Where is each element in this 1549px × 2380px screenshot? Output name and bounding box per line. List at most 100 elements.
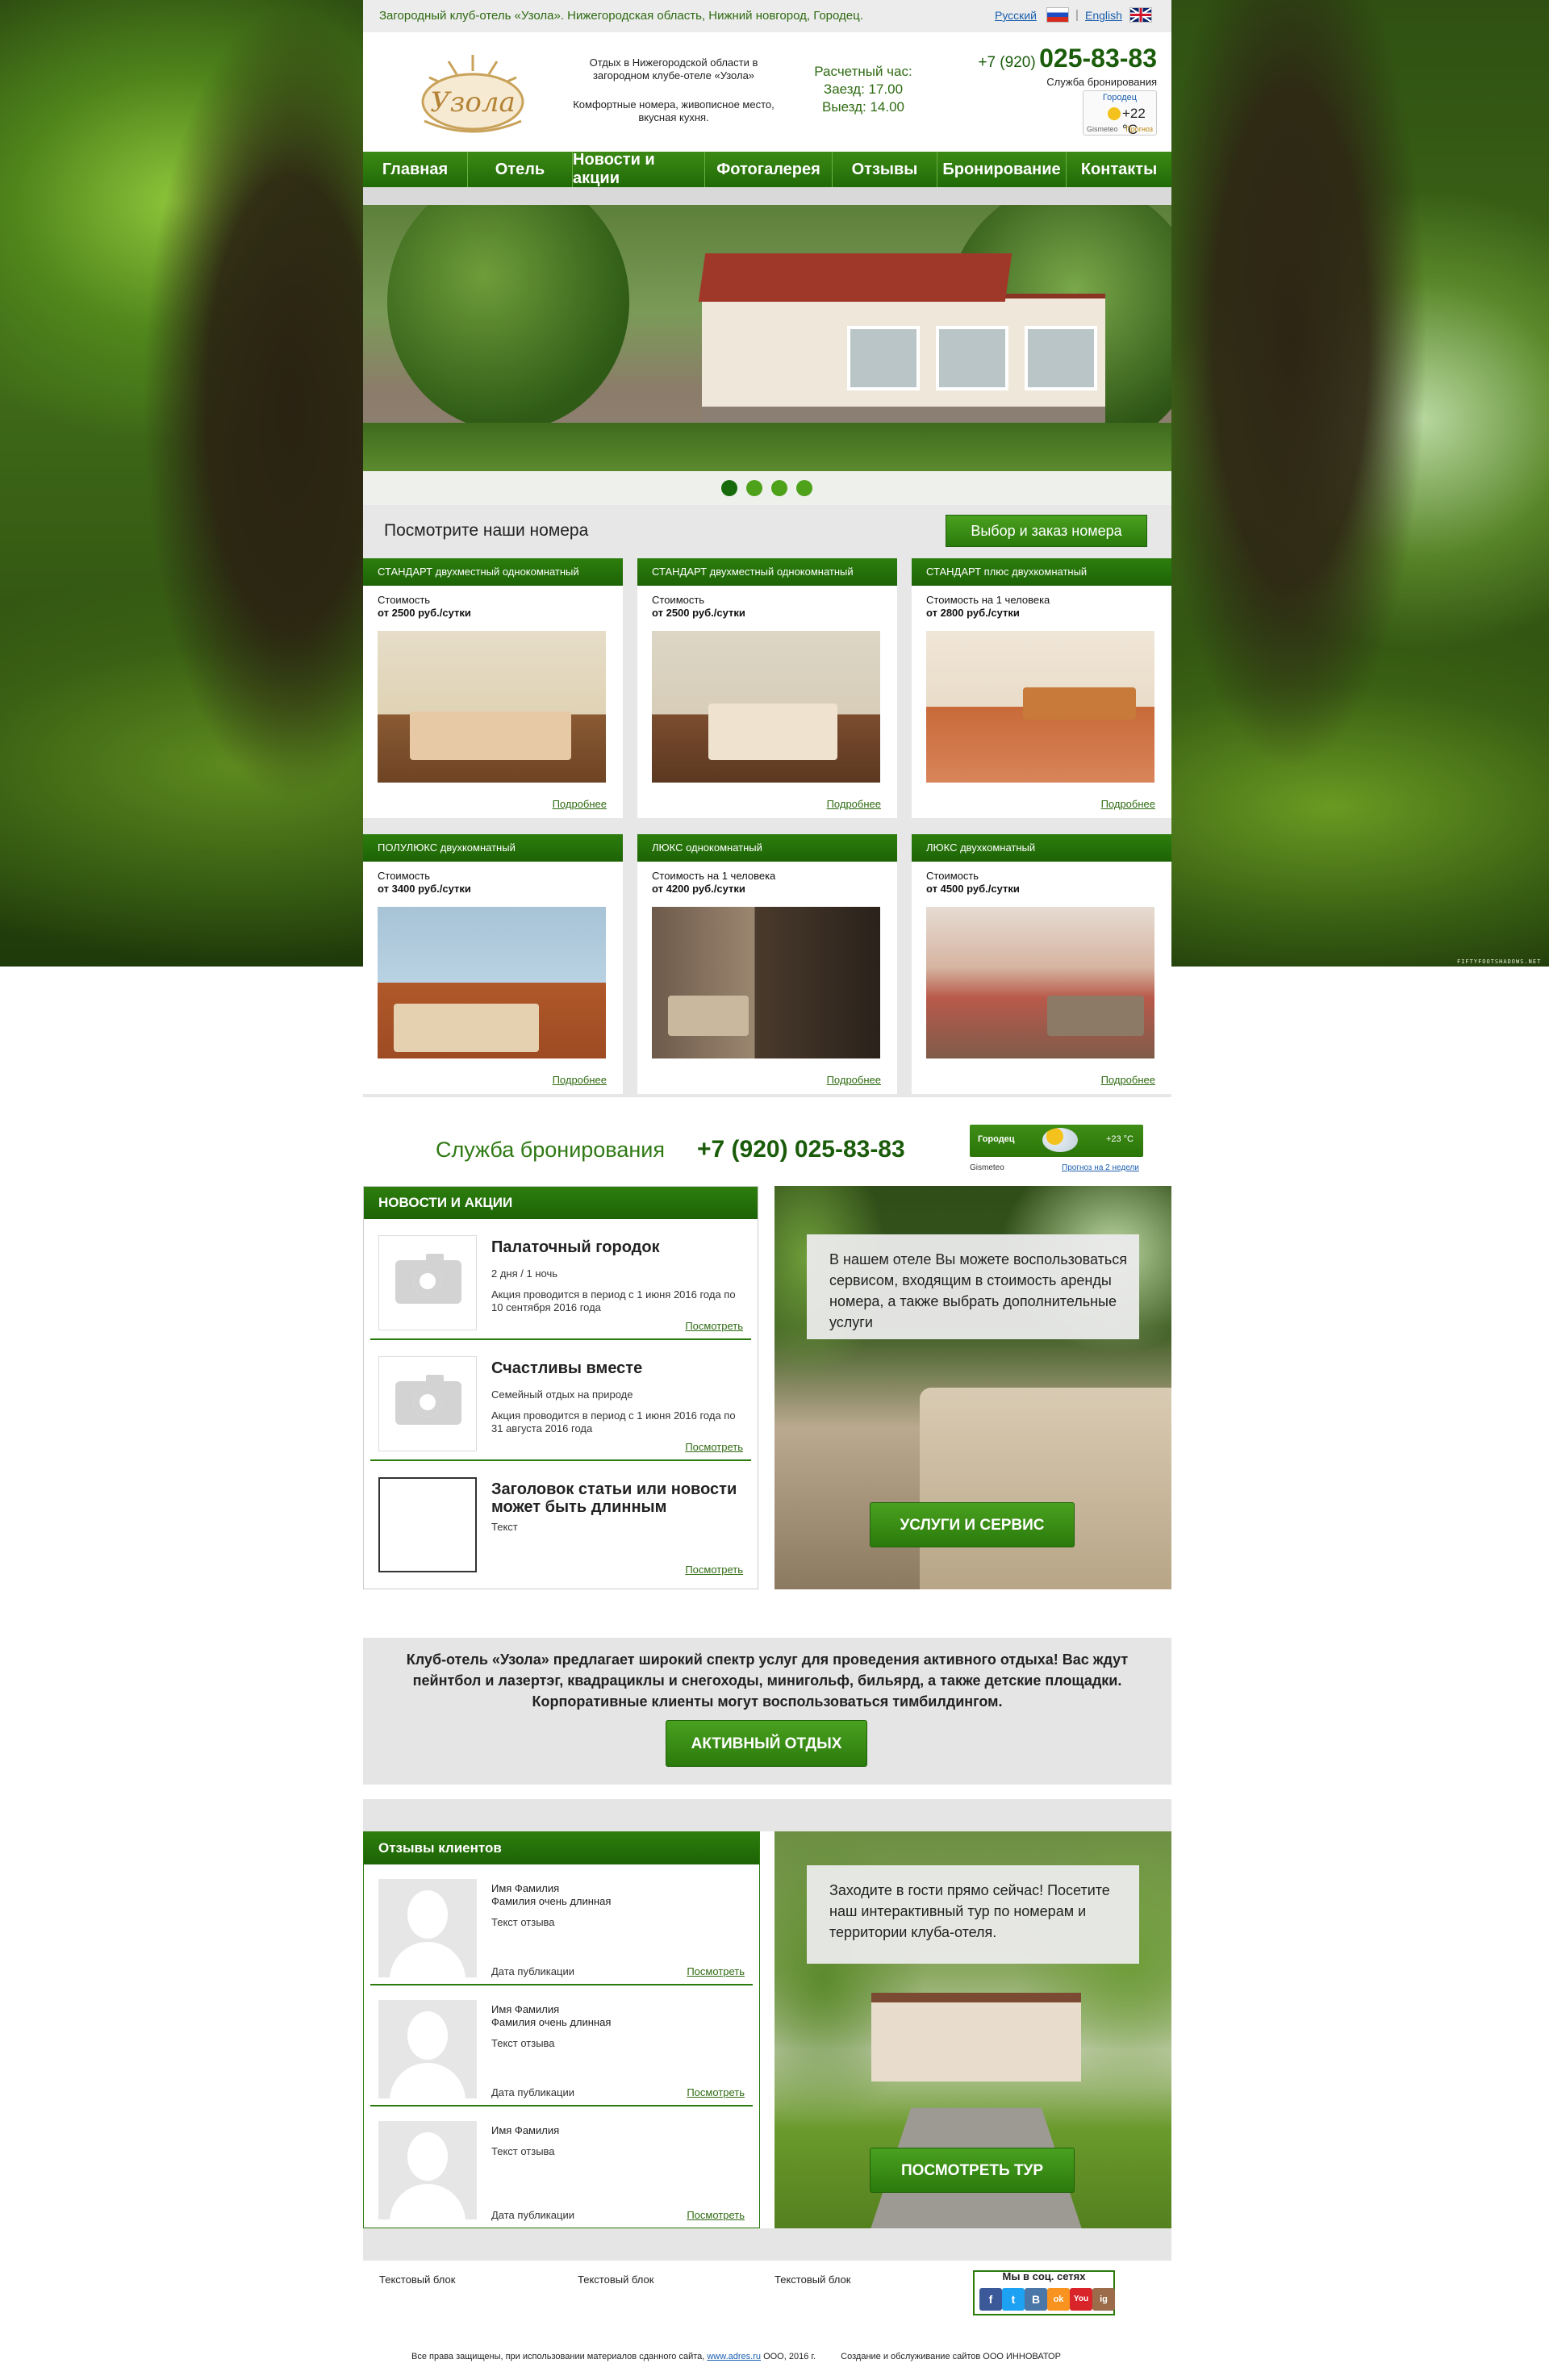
- room-more-link[interactable]: Подробнее: [553, 798, 607, 810]
- review-more-link[interactable]: Посмотреть: [687, 1965, 745, 1977]
- review-item[interactable]: Имя Фамилия Фамилия очень длинная Текст о…: [370, 1871, 753, 1985]
- room-card[interactable]: ЛЮКС двухкомнатный Стоимость от 4500 руб.…: [912, 834, 1171, 1094]
- sun-logo-icon: Узола: [421, 55, 524, 133]
- review-item[interactable]: Имя Фамилия Текст отзыва Дата публикации…: [370, 2113, 753, 2228]
- news-item[interactable]: Заголовок статьи или новости может быть …: [370, 1468, 751, 1582]
- news-item-title: Палаточный городок: [491, 1238, 660, 1256]
- room-photo[interactable]: [926, 631, 1154, 783]
- news-item-subtitle: 2 дня / 1 ночь: [491, 1267, 557, 1280]
- view-tour-button[interactable]: ПОСМОТРЕТЬ ТУР: [870, 2148, 1075, 2193]
- nav-hotel[interactable]: Отель: [468, 152, 573, 187]
- slider-dot-2[interactable]: [746, 480, 762, 496]
- rooms-header: Посмотрите наши номера Выбор и заказ ном…: [363, 505, 1171, 558]
- checkin-in: Заезд: 17.00: [823, 81, 904, 97]
- room-card[interactable]: СТАНДАРТ двухместный однокомнатный Стоим…: [637, 558, 897, 818]
- weather-city: Городец: [978, 1134, 1015, 1144]
- slider-dot-4[interactable]: [796, 480, 812, 496]
- news-item[interactable]: Счастливы вместе Семейный отдых на приро…: [370, 1347, 751, 1461]
- review-text: Текст отзыва: [491, 2037, 555, 2049]
- weather-widget[interactable]: Городец +22 °C Gismeteo Прогноз: [1083, 90, 1157, 137]
- footer-text-block: Текстовый блок: [578, 2274, 654, 2286]
- header-phone[interactable]: +7 (920) 025-83-83: [978, 44, 1157, 73]
- room-more-link[interactable]: Подробнее: [827, 1074, 881, 1086]
- social-links: Мы в соц. сетях f t B ok You ig: [973, 2270, 1115, 2315]
- news-item-title: Заголовок статьи или новости может быть …: [491, 1480, 737, 1516]
- nav-home[interactable]: Главная: [363, 152, 468, 187]
- checkin-out: Выезд: 14.00: [822, 99, 904, 115]
- avatar-placeholder-icon: [378, 2121, 477, 2219]
- lang-english-link[interactable]: English: [1085, 9, 1122, 22]
- page-container: Загородный клуб-отель «Узола». Нижегород…: [363, 0, 1171, 2380]
- uk-flag-icon[interactable]: [1129, 7, 1152, 23]
- avatar-placeholder-icon: [378, 2000, 477, 2098]
- room-price: Стоимость от 2500 руб./сутки: [378, 594, 471, 619]
- services-button[interactable]: УСЛУГИ И СЕРВИС: [870, 1502, 1075, 1547]
- gismeteo-label: Gismeteo: [1087, 125, 1118, 133]
- room-photo[interactable]: [652, 631, 880, 783]
- review-more-link[interactable]: Посмотреть: [687, 2086, 745, 2098]
- nav-reviews[interactable]: Отзывы: [833, 152, 937, 187]
- news-more-link[interactable]: Посмотреть: [685, 1320, 743, 1332]
- youtube-icon[interactable]: You: [1070, 2288, 1092, 2311]
- slider-dot-3[interactable]: [771, 480, 787, 496]
- nav-contacts[interactable]: Контакты: [1067, 152, 1171, 187]
- room-more-link[interactable]: Подробнее: [1101, 798, 1155, 810]
- room-card[interactable]: СТАНДАРТ плюс двухкомнатный Стоимость на…: [912, 558, 1171, 818]
- odnoklassniki-icon[interactable]: ok: [1047, 2288, 1070, 2311]
- room-card[interactable]: ЛЮКС однокомнатный Стоимость на 1 челове…: [637, 834, 897, 1094]
- footer-text-block: Текстовый блок: [774, 2274, 851, 2286]
- nav-booking[interactable]: Бронирование: [937, 152, 1067, 187]
- news-more-link[interactable]: Посмотреть: [685, 1564, 743, 1576]
- forecast-2-weeks-link[interactable]: Прогноз на 2 недели: [1062, 1163, 1139, 1172]
- twitter-icon[interactable]: t: [1002, 2288, 1025, 2311]
- news-item[interactable]: Палаточный городок 2 дня / 1 ночь Акция …: [370, 1225, 751, 1340]
- news-title: НОВОСТИ И АКЦИИ: [364, 1187, 758, 1219]
- instagram-icon[interactable]: ig: [1092, 2288, 1115, 2311]
- weather-card[interactable]: Городец +23 °C: [970, 1125, 1143, 1157]
- forecast-link[interactable]: Прогноз: [1125, 125, 1153, 133]
- review-more-link[interactable]: Посмотреть: [687, 2209, 745, 2221]
- room-photo[interactable]: [378, 907, 606, 1058]
- avatar-placeholder-icon: [378, 1879, 477, 1977]
- site-tagline: Загородный клуб-отель «Узола». Нижегород…: [379, 9, 863, 23]
- logo-wordmark: Узола: [430, 86, 516, 119]
- news-image-placeholder: [378, 1477, 477, 1572]
- rooms-grid: СТАНДАРТ двухместный однокомнатный Стоим…: [363, 558, 1171, 1097]
- review-date: Дата публикации: [491, 1965, 574, 1977]
- header-subdescription: Комфортные номера, живописное место, вку…: [573, 98, 774, 123]
- active-rest-text: Клуб-отель «Узола» предлагает широкий сп…: [406, 1651, 1129, 1710]
- booking-phone[interactable]: +7 (920) 025-83-83: [697, 1136, 905, 1163]
- review-item[interactable]: Имя Фамилия Фамилия очень длинная Текст о…: [370, 1992, 753, 2107]
- review-author: Имя Фамилия: [491, 2124, 560, 2136]
- phone-code: +7 (920): [978, 54, 1036, 71]
- room-price: Стоимость от 4500 руб./сутки: [926, 870, 1020, 895]
- site-link[interactable]: www.adres.ru: [707, 2352, 761, 2361]
- tour-panel: Заходите в гости прямо сейчас! Посетите …: [774, 1831, 1171, 2228]
- room-photo[interactable]: [652, 907, 880, 1058]
- room-card[interactable]: ПОЛУЛЮКС двухкомнатный Стоимость от 3400 …: [363, 834, 623, 1094]
- news-item-title: Счастливы вместе: [491, 1359, 643, 1377]
- room-card[interactable]: СТАНДАРТ двухместный однокомнатный Стоим…: [363, 558, 623, 818]
- nav-gallery[interactable]: Фотогалерея: [705, 152, 833, 187]
- hotel-logo[interactable]: Узола: [405, 47, 541, 137]
- slider-dot-1[interactable]: [721, 480, 737, 496]
- partly-cloudy-icon: [1042, 1128, 1078, 1152]
- room-more-link[interactable]: Подробнее: [553, 1074, 607, 1086]
- choose-room-button[interactable]: Выбор и заказ номера: [946, 515, 1147, 547]
- checkin-info: Расчетный час: Заезд: 17.00 Выезд: 14.00: [783, 63, 944, 116]
- reviews-title: Отзывы клиентов: [364, 1832, 759, 1864]
- room-photo[interactable]: [378, 631, 606, 783]
- active-rest-button[interactable]: АКТИВНЫЙ ОТДЫХ: [666, 1720, 867, 1767]
- room-more-link[interactable]: Подробнее: [1101, 1074, 1155, 1086]
- vk-icon[interactable]: B: [1025, 2288, 1047, 2311]
- hero-slider[interactable]: [363, 205, 1171, 471]
- room-photo[interactable]: [926, 907, 1154, 1058]
- lang-russian-link[interactable]: Русский: [995, 9, 1037, 22]
- review-text: Текст отзыва: [491, 1916, 555, 1928]
- news-more-link[interactable]: Посмотреть: [685, 1441, 743, 1453]
- facebook-icon[interactable]: f: [979, 2288, 1002, 2311]
- russia-flag-icon[interactable]: [1046, 7, 1069, 23]
- nav-news[interactable]: Новости и акции: [573, 151, 705, 187]
- nav-spacer: [363, 187, 1171, 205]
- room-more-link[interactable]: Подробнее: [827, 798, 881, 810]
